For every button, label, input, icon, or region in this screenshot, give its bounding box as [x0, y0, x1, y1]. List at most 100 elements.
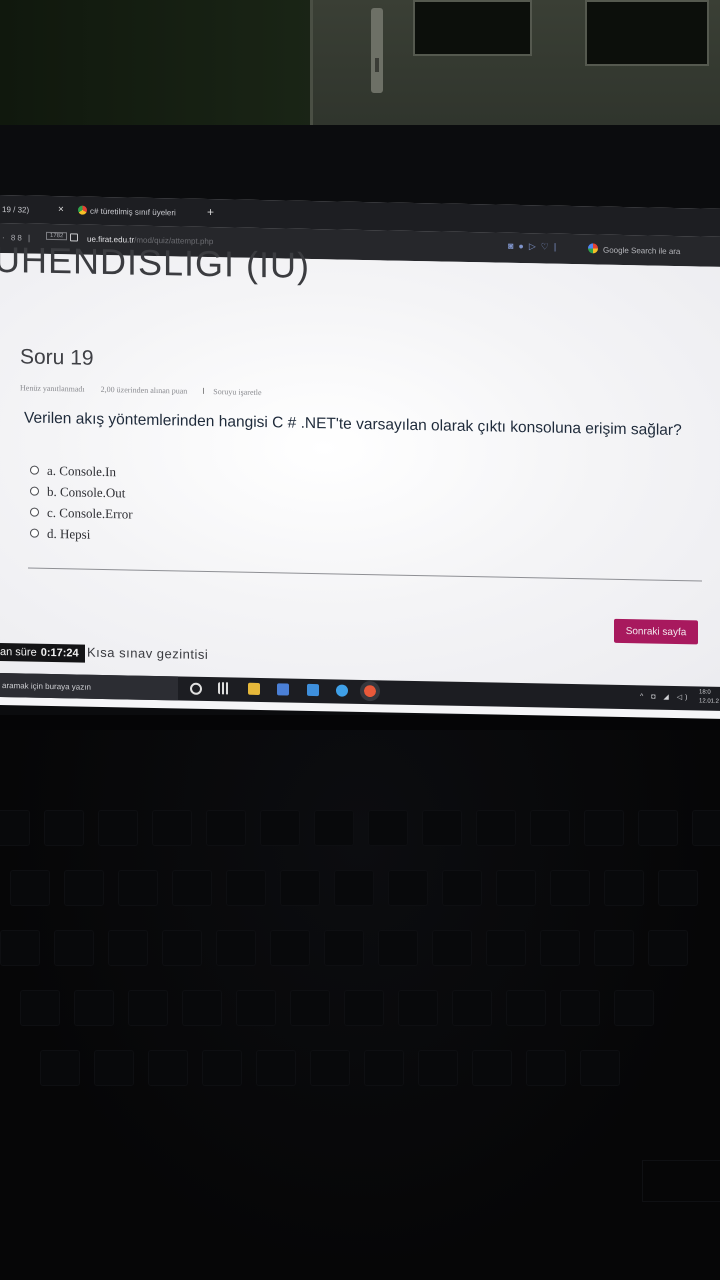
timer-value: 0:17:24	[40, 646, 79, 660]
key	[64, 870, 104, 906]
key	[452, 990, 492, 1026]
key	[290, 990, 330, 1026]
key	[560, 990, 600, 1026]
laptop-brand-logo	[642, 1160, 720, 1202]
key	[364, 1050, 404, 1086]
key	[10, 870, 50, 906]
key	[118, 870, 158, 906]
door-window	[585, 0, 709, 66]
key	[422, 810, 462, 846]
key	[172, 870, 212, 906]
laptop-keyboard	[0, 730, 720, 1280]
system-tray-icons[interactable]: ^ ◘ ◢ ◁)	[640, 692, 690, 701]
key	[54, 930, 94, 966]
flag-icon	[203, 387, 210, 395]
close-tab-icon[interactable]: ×	[58, 204, 64, 215]
key	[94, 1050, 134, 1086]
answer-option-d[interactable]: d. Hepsi	[30, 523, 133, 546]
key	[334, 870, 374, 906]
cortana-icon[interactable]	[190, 682, 202, 695]
key-row	[0, 810, 720, 846]
taskbar-clock[interactable]: 18:0 12.01.2	[699, 688, 719, 706]
key	[44, 810, 84, 846]
key	[344, 990, 384, 1026]
key	[472, 1050, 512, 1086]
flag-question-link[interactable]: Soruyu işaretle	[203, 387, 275, 397]
key	[108, 930, 148, 966]
key	[594, 930, 634, 966]
option-label: a. Console.In	[47, 462, 116, 479]
edge-icon[interactable]	[336, 684, 348, 697]
key	[162, 930, 202, 966]
tab-counter[interactable]: 19 / 32)	[2, 205, 29, 215]
key	[0, 930, 40, 966]
key	[604, 870, 644, 906]
key	[648, 930, 688, 966]
page-heading: UHENDISLIGI (IU)	[0, 238, 311, 286]
answer-option-c[interactable]: c. Console.Error	[30, 502, 133, 525]
key	[236, 990, 276, 1026]
key	[324, 930, 364, 966]
key	[378, 930, 418, 966]
key-row	[40, 1050, 620, 1086]
opera-icon[interactable]	[360, 680, 380, 702]
key	[280, 870, 320, 906]
extension-icons[interactable]: ◙●▷♡|	[508, 241, 561, 253]
key	[226, 870, 266, 906]
key	[314, 810, 354, 846]
question-points: 2,00 üzerinden alınan puan	[100, 384, 188, 396]
radio-button[interactable]	[30, 528, 39, 538]
question-text: Verilen akış yöntemlerinden hangisi C # …	[24, 409, 682, 440]
key	[614, 990, 654, 1026]
key	[74, 990, 114, 1026]
new-tab-icon[interactable]: +	[207, 205, 214, 219]
laptop-screen: 19 / 32) × c# türetilmiş sınıf üyeleri +…	[0, 195, 720, 719]
quiz-page: UHENDISLIGI (IU) Soru 19 Henüz yanıtlanm…	[0, 239, 720, 687]
question-title: Soru 19	[20, 345, 94, 370]
flag-question-label: Soruyu işaretle	[213, 387, 262, 398]
radio-button[interactable]	[30, 465, 39, 475]
key-row	[20, 990, 654, 1026]
door-window	[413, 0, 532, 56]
key	[206, 810, 246, 846]
key	[506, 990, 546, 1026]
key	[432, 930, 472, 966]
key	[476, 810, 516, 846]
store-icon[interactable]	[277, 683, 289, 696]
door-background	[310, 0, 720, 135]
key	[388, 870, 428, 906]
key	[256, 1050, 296, 1086]
key	[182, 990, 222, 1026]
mail-icon[interactable]	[307, 683, 319, 697]
key	[0, 810, 30, 846]
key	[40, 1050, 80, 1086]
file-explorer-icon[interactable]	[248, 682, 260, 695]
key	[442, 870, 482, 906]
answer-option-a[interactable]: a. Console.In	[30, 460, 133, 483]
key	[202, 1050, 242, 1086]
key	[398, 990, 438, 1026]
radio-button[interactable]	[30, 486, 39, 496]
quiz-navigation-link[interactable]: Kısa sınav gezintisi	[87, 645, 208, 662]
taskbar-search-input[interactable]: aramak için buraya yazın	[0, 673, 178, 701]
tab-title[interactable]: c# türetilmiş sınıf üyeleri	[90, 207, 180, 218]
task-view-icon[interactable]	[218, 682, 230, 695]
answer-option-b[interactable]: b. Console.Out	[30, 481, 133, 504]
key-row	[10, 870, 698, 906]
google-search-label[interactable]: Google Search ile ara	[603, 246, 680, 256]
key-row	[0, 930, 688, 966]
key	[152, 810, 192, 846]
key	[496, 870, 536, 906]
key	[486, 930, 526, 966]
clock-time: 18:0	[699, 689, 711, 696]
key	[418, 1050, 458, 1086]
key	[526, 1050, 566, 1086]
key	[148, 1050, 188, 1086]
radio-button[interactable]	[30, 507, 39, 517]
key	[270, 930, 310, 966]
option-label: c. Console.Error	[47, 504, 133, 522]
key	[692, 810, 720, 846]
key	[98, 810, 138, 846]
key	[530, 810, 570, 846]
next-page-button[interactable]: Sonraki sayfa	[614, 618, 698, 645]
